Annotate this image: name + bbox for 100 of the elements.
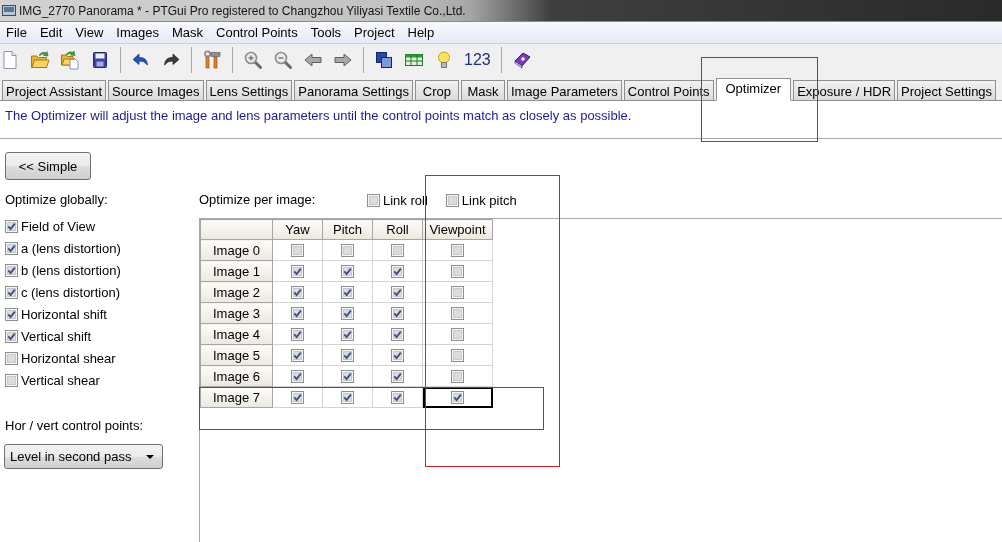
section-heading: Optimize per image:	[199, 192, 316, 207]
menu-item[interactable]: File	[0, 25, 33, 40]
checkbox[interactable]	[5, 241, 18, 255]
checkbox-label[interactable]: Vertical shear	[21, 372, 100, 388]
checkbox[interactable]	[451, 264, 464, 278]
checkbox[interactable]	[5, 351, 18, 365]
checkbox[interactable]	[291, 369, 304, 383]
checkbox[interactable]	[391, 285, 404, 299]
tab[interactable]: Image Parameters	[506, 80, 622, 101]
checkbox[interactable]	[341, 327, 354, 341]
dropdown[interactable]: Level in second pass	[4, 444, 163, 469]
menu-item[interactable]: Mask	[165, 25, 209, 40]
stacked-squares-icon[interactable]	[374, 50, 394, 70]
checkbox[interactable]	[391, 348, 404, 362]
checkbox-label[interactable]: Field of View	[21, 218, 96, 234]
checkbox[interactable]	[341, 285, 354, 299]
tab[interactable]: Lens Settings	[205, 80, 293, 101]
column-header: Yaw	[272, 219, 323, 240]
menu-item[interactable]: Images	[110, 25, 165, 40]
checkbox[interactable]	[451, 327, 464, 341]
folder-page-icon[interactable]	[60, 50, 80, 70]
field-label: Hor / vert control points:	[5, 418, 144, 434]
checkbox[interactable]	[391, 369, 404, 383]
checkbox[interactable]	[291, 264, 304, 278]
checkbox[interactable]	[445, 193, 459, 207]
checkbox[interactable]	[5, 329, 18, 343]
checkbox[interactable]	[291, 306, 304, 320]
tab[interactable]: Optimizer	[715, 78, 792, 101]
checkbox[interactable]	[451, 348, 464, 362]
checkbox-label[interactable]: Horizontal shift	[21, 306, 107, 322]
checkbox[interactable]	[391, 390, 404, 404]
tab[interactable]: Project Assistant	[2, 80, 107, 101]
row-header: Image 2	[200, 281, 273, 303]
toolbar-button[interactable]: 123	[464, 51, 491, 69]
checkbox-label[interactable]: c (lens distortion)	[21, 284, 120, 300]
checkbox[interactable]	[451, 285, 464, 299]
window-title: IMG_2770 Panorama * - PTGui Pro registered to Changzhou Yiliyasi Textile Co.,Ltd.	[19, 3, 466, 18]
checkbox-label[interactable]: Vertical shift	[21, 328, 92, 344]
row-header: Image 0	[200, 239, 273, 261]
checkbox[interactable]	[451, 306, 464, 320]
column-header: Pitch	[322, 219, 373, 240]
caret-icon	[146, 454, 154, 459]
menu-item[interactable]: View	[69, 25, 110, 40]
menu-item[interactable]: Control Points	[210, 25, 304, 40]
column-header: Roll	[372, 219, 423, 240]
checkbox[interactable]	[291, 327, 304, 341]
checkbox[interactable]	[291, 348, 304, 362]
checkbox[interactable]	[5, 263, 18, 277]
checkbox[interactable]	[391, 327, 404, 341]
checkbox[interactable]	[391, 306, 404, 320]
book-icon[interactable]	[511, 50, 532, 70]
checkbox[interactable]	[341, 348, 354, 362]
row-header: Image 4	[200, 323, 273, 345]
menu-item[interactable]: Edit	[33, 25, 69, 40]
tab[interactable]: Source Images	[108, 80, 204, 101]
hammer-icon[interactable]	[202, 50, 222, 70]
checkbox-label[interactable]: Horizontal shear	[21, 350, 116, 366]
checkbox[interactable]	[341, 264, 354, 278]
row-header: Image 5	[200, 344, 273, 366]
left-arrow-icon[interactable]	[303, 50, 323, 70]
checkbox[interactable]	[291, 285, 304, 299]
checkbox[interactable]	[341, 390, 354, 404]
checkbox[interactable]	[291, 390, 304, 404]
tab[interactable]: Mask	[460, 80, 505, 101]
checkbox-label[interactable]: b (lens distortion)	[21, 262, 121, 278]
folder-arrow-icon[interactable]	[30, 50, 50, 70]
checkbox[interactable]	[341, 243, 354, 257]
checkbox[interactable]	[5, 219, 18, 233]
checkbox[interactable]	[391, 264, 404, 278]
row-header: Image 6	[200, 365, 273, 387]
checkbox[interactable]	[341, 369, 354, 383]
checkbox[interactable]	[5, 373, 18, 387]
checkbox[interactable]	[451, 369, 464, 383]
zoom-out-icon[interactable]	[273, 50, 293, 70]
menu-item[interactable]: Help	[401, 25, 441, 40]
checkbox-label[interactable]: a (lens distortion)	[21, 240, 121, 256]
row-header: Image 3	[200, 302, 273, 324]
tab[interactable]: Panorama Settings	[294, 80, 413, 101]
menu-item[interactable]: Project	[348, 25, 401, 40]
zoom-in-icon[interactable]	[243, 50, 263, 70]
checkbox[interactable]	[451, 243, 464, 257]
checkbox[interactable]	[451, 390, 464, 404]
blank-page-icon[interactable]	[0, 50, 20, 70]
menu-item[interactable]: Tools	[304, 25, 348, 40]
row-header: Image 7	[200, 386, 273, 408]
checkbox[interactable]	[341, 306, 354, 320]
checkbox[interactable]	[391, 243, 404, 257]
simple-mode-button[interactable]: << Simple	[5, 152, 91, 180]
checkbox-label[interactable]: Link pitch	[461, 192, 517, 208]
row-header: Image 1	[200, 260, 273, 282]
checkbox[interactable]	[291, 243, 304, 257]
checkbox[interactable]	[5, 307, 18, 321]
checkbox[interactable]	[5, 285, 18, 299]
description-text: The Optimizer will adjust the image and lens parameters until the control points match as closely as possible.	[5, 108, 632, 123]
tab[interactable]: Project Settings	[897, 80, 997, 101]
checkbox[interactable]	[367, 193, 380, 207]
tab[interactable]: Crop	[414, 80, 459, 101]
column-header: Viewpoint	[422, 219, 493, 240]
right-arrow-icon[interactable]	[333, 50, 353, 70]
section-heading: Optimize globally:	[5, 192, 109, 208]
